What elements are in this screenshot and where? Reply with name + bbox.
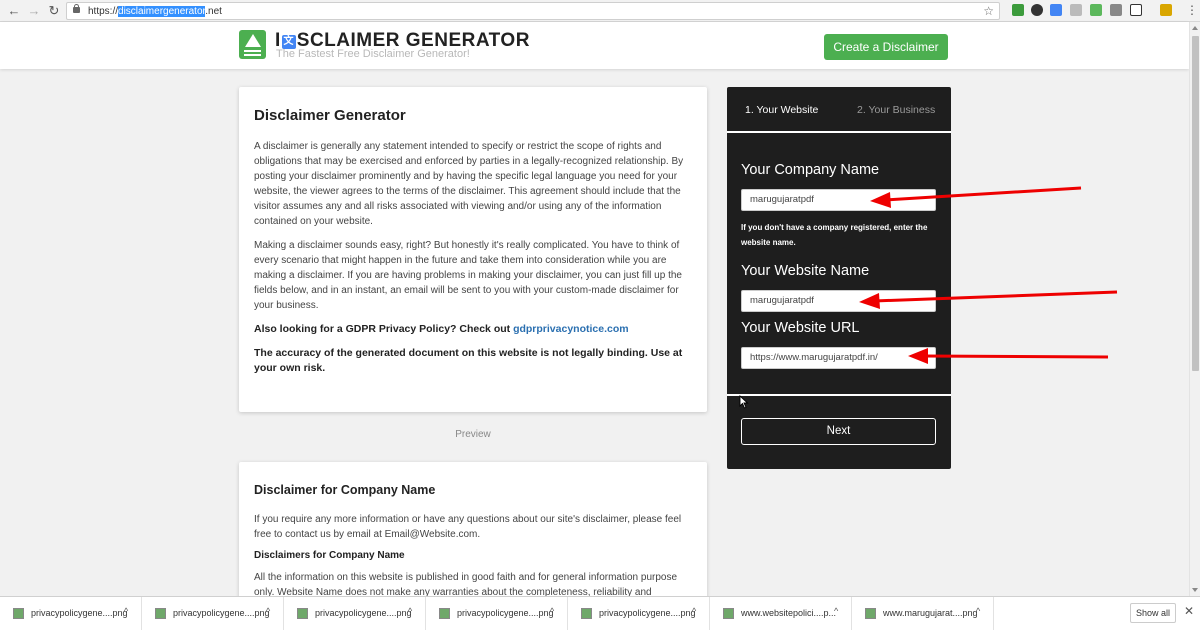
company-name-label: Your Company Name: [741, 162, 880, 178]
extension-icon[interactable]: [1012, 4, 1024, 16]
show-all-downloads-button[interactable]: Show all: [1130, 603, 1176, 623]
translate-glyph-icon: 文: [281, 35, 296, 49]
page-title: Disclaimer Generator: [254, 107, 406, 124]
website-url-label: Your Website URL: [741, 320, 860, 336]
extension-icon[interactable]: [1070, 4, 1082, 16]
website-url-input[interactable]: https://www.marugujaratpdf.in/: [741, 347, 936, 369]
profile-icon[interactable]: [1160, 4, 1172, 16]
download-item[interactable]: privacypolicygene....png ^: [284, 597, 426, 630]
preview-subtitle: Disclaimers for Company Name: [254, 550, 405, 561]
next-button[interactable]: Next: [741, 418, 936, 445]
chevron-up-icon[interactable]: ^: [266, 606, 270, 616]
gdpr-note: Also looking for a GDPR Privacy Policy? …: [254, 323, 629, 335]
chevron-up-icon[interactable]: ^: [976, 606, 980, 616]
tab-your-website[interactable]: 1. Your Website: [745, 104, 818, 116]
disclaimer-form: 1. Your Website 2. Your Business Your Co…: [727, 87, 951, 469]
intro-card: Disclaimer Generator A disclaimer is gen…: [239, 87, 707, 412]
bookmark-star-icon[interactable]: ☆: [983, 3, 994, 19]
image-file-icon: [865, 608, 876, 619]
legal-warning: The accuracy of the generated document o…: [254, 347, 683, 374]
extension-icon[interactable]: [1110, 4, 1122, 16]
forward-icon[interactable]: →: [26, 3, 42, 19]
company-name-help: If you don't have a company registered, …: [741, 223, 928, 247]
create-disclaimer-button[interactable]: Create a Disclaimer: [824, 34, 948, 60]
preview-paragraph: If you require any more information or h…: [254, 514, 682, 540]
download-item[interactable]: privacypolicygene....png ^: [426, 597, 568, 630]
back-icon[interactable]: ←: [6, 3, 22, 19]
chevron-up-icon[interactable]: ^: [834, 606, 838, 616]
url-text[interactable]: https://disclaimergenerator.net: [88, 5, 222, 18]
extension-icon[interactable]: [1130, 4, 1142, 16]
download-item[interactable]: www.websitepolici....p... ^: [710, 597, 852, 630]
scroll-up-icon[interactable]: [1192, 26, 1198, 30]
image-file-icon: [439, 608, 450, 619]
website-name-label: Your Website Name: [741, 263, 870, 279]
download-item[interactable]: www.marugujarat....png ^: [852, 597, 994, 630]
scroll-down-icon[interactable]: [1192, 588, 1198, 592]
form-steps: 1. Your Website 2. Your Business: [727, 87, 951, 133]
download-item[interactable]: privacypolicygene....png ^: [142, 597, 284, 630]
image-file-icon: [723, 608, 734, 619]
download-item[interactable]: privacypolicygene....png ^: [568, 597, 710, 630]
reload-icon[interactable]: ↻: [46, 3, 62, 19]
preview-label: Preview: [455, 429, 491, 440]
address-bar[interactable]: https://disclaimergenerator.net ☆: [66, 2, 1000, 20]
image-file-icon: [297, 608, 308, 619]
logo-icon[interactable]: [239, 30, 266, 59]
chevron-up-icon[interactable]: ^: [692, 606, 696, 616]
menu-icon[interactable]: ⋮: [1186, 2, 1198, 18]
site-tagline: The Fastest Free Disclaimer Generator!: [276, 48, 470, 60]
downloads-shelf: privacypolicygene....png ^ privacypolicy…: [0, 596, 1200, 630]
extension-icon[interactable]: [1090, 4, 1102, 16]
page-scrollbar[interactable]: [1189, 22, 1200, 596]
chevron-up-icon[interactable]: ^: [408, 606, 412, 616]
browser-toolbar: ← → ↻ https://disclaimergenerator.net ☆ …: [0, 0, 1200, 22]
website-name-input[interactable]: marugujaratpdf: [741, 290, 936, 312]
preview-title: Disclaimer for Company Name: [254, 483, 436, 497]
close-icon[interactable]: ✕: [1184, 604, 1194, 618]
chevron-up-icon[interactable]: ^: [124, 606, 128, 616]
intro-paragraph: Making a disclaimer sounds easy, right? …: [254, 240, 682, 311]
gdpr-link[interactable]: gdprprivacynotice.com: [513, 323, 629, 335]
company-name-input[interactable]: marugujaratpdf: [741, 189, 936, 211]
site-header: I 文 SCLAIMER GENERATOR The Fastest Free Di…: [0, 22, 1189, 69]
extension-icon[interactable]: [1031, 4, 1043, 16]
mouse-cursor-icon: [739, 395, 749, 409]
image-file-icon: [155, 608, 166, 619]
scrollbar-thumb[interactable]: [1192, 36, 1199, 371]
download-item[interactable]: privacypolicygene....png ^: [0, 597, 142, 630]
translate-extension-icon[interactable]: [1050, 4, 1062, 16]
form-divider: [727, 394, 951, 396]
tab-your-business[interactable]: 2. Your Business: [857, 104, 935, 116]
preview-card: Disclaimer for Company Name If you requi…: [239, 462, 707, 602]
image-file-icon: [581, 608, 592, 619]
intro-paragraph: A disclaimer is generally any statement …: [254, 141, 684, 227]
image-file-icon: [13, 608, 24, 619]
chevron-up-icon[interactable]: ^: [550, 606, 554, 616]
lock-icon: [73, 4, 80, 13]
